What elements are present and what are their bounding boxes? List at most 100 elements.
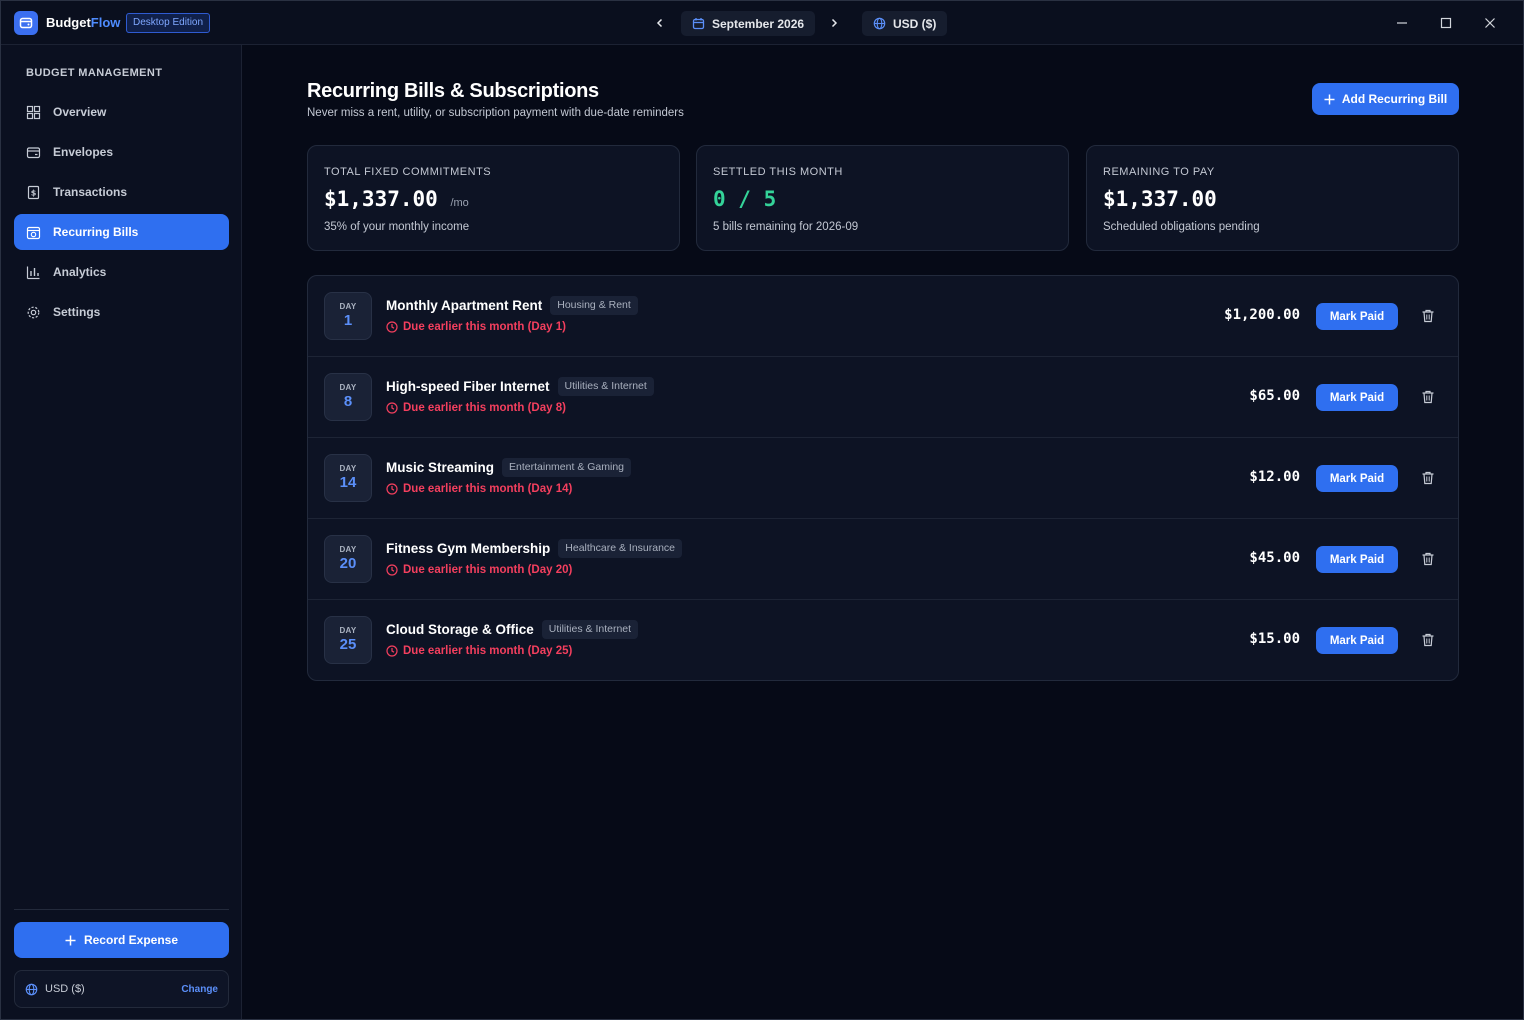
- trash-icon: [1422, 309, 1434, 323]
- stat-value: 0 / 5: [713, 187, 777, 211]
- page-title: Recurring Bills & Subscriptions: [307, 80, 599, 102]
- due-status: Due earlier this month (Day 25): [386, 645, 572, 657]
- sidebar-item-settings[interactable]: Settings: [14, 294, 229, 330]
- stat-value: $1,337.00 /mo: [324, 187, 469, 211]
- gear-icon: [27, 306, 40, 318]
- sidebar-item-transactions[interactable]: $ Transactions: [14, 174, 229, 210]
- bill-name: Cloud Storage & Office: [386, 622, 534, 637]
- clock-icon: [386, 645, 398, 657]
- sidebar-item-overview[interactable]: Overview: [14, 94, 229, 130]
- globe-icon: [25, 983, 38, 995]
- mark-paid-button[interactable]: Mark Paid: [1316, 384, 1398, 411]
- month-selector[interactable]: September 2026: [681, 11, 816, 36]
- minimize-icon: [1397, 22, 1407, 24]
- stat-value: $1,337.00: [1103, 187, 1217, 211]
- sidebar-item-analytics[interactable]: Analytics: [14, 254, 229, 290]
- sidebar-item-envelopes[interactable]: Envelopes: [14, 134, 229, 170]
- bill-row: DAY 1 Monthly Apartment Rent Housing & Ren…: [308, 276, 1458, 357]
- stat-note: Scheduled obligations pending: [1103, 221, 1260, 233]
- add-recurring-bill-label: Add Recurring Bill: [1341, 92, 1448, 106]
- receipt-icon: $: [27, 185, 40, 199]
- mark-paid-button[interactable]: Mark Paid: [1316, 303, 1398, 330]
- day-badge: DAY 20: [324, 535, 372, 583]
- mark-paid-button[interactable]: Mark Paid: [1316, 627, 1398, 654]
- due-status: Due earlier this month (Day 14): [386, 483, 572, 495]
- globe-icon: [873, 17, 886, 30]
- page-subtitle: Never miss a rent, utility, or subscript…: [307, 107, 684, 119]
- app-name: BudgetFlow: [46, 15, 121, 30]
- calendar-repeat-icon: [26, 226, 41, 239]
- svg-text:$: $: [31, 188, 37, 197]
- minimize-button[interactable]: [1392, 13, 1412, 33]
- bill-amount: $1,200.00: [1224, 307, 1300, 323]
- bill-name: Fitness Gym Membership: [386, 541, 551, 556]
- trash-icon: [1422, 552, 1434, 566]
- clock-icon: [386, 402, 398, 414]
- bill-row: DAY 8 High-speed Fiber Internet Utilities …: [308, 357, 1458, 438]
- bar-chart-icon: [26, 266, 40, 279]
- sidebar-item-label: Analytics: [53, 265, 107, 279]
- bill-row: DAY 25 Cloud Storage & Office Utilities & …: [308, 600, 1458, 680]
- chevron-left-icon: [656, 18, 663, 28]
- category-badge: Entertainment & Gaming: [502, 458, 632, 477]
- edition-badge: Desktop Edition: [126, 13, 211, 33]
- bills-list: DAY 1 Monthly Apartment Rent Housing & Ren…: [307, 275, 1459, 681]
- trash-icon: [1422, 390, 1434, 404]
- close-button[interactable]: [1480, 13, 1500, 33]
- mark-paid-button[interactable]: Mark Paid: [1316, 465, 1398, 492]
- plus-icon: [1324, 94, 1335, 104]
- bill-row: DAY 20 Fitness Gym Membership Healthcare &…: [308, 519, 1458, 600]
- sidebar: BUDGET MANAGEMENT Overview Envelopes $ T…: [1, 45, 242, 1019]
- calendar-icon: [692, 18, 705, 30]
- bill-name: Music Streaming: [386, 460, 495, 475]
- delete-bill-button[interactable]: [1419, 550, 1437, 568]
- prev-month-button[interactable]: [650, 13, 670, 33]
- mark-paid-button[interactable]: Mark Paid: [1316, 546, 1398, 573]
- day-badge: DAY 14: [324, 454, 372, 502]
- app-logo-icon: [14, 11, 38, 35]
- day-badge: DAY 1: [324, 292, 372, 340]
- sidebar-item-recurring-bills[interactable]: Recurring Bills: [14, 214, 229, 250]
- month-label: September 2026: [712, 16, 805, 31]
- delete-bill-button[interactable]: [1419, 388, 1437, 406]
- delete-bill-button[interactable]: [1419, 631, 1437, 649]
- clock-icon: [386, 321, 398, 333]
- bill-name: Monthly Apartment Rent: [386, 298, 543, 313]
- day-badge: DAY 8: [324, 373, 372, 421]
- sidebar-item-label: Overview: [53, 105, 107, 119]
- title-bar: BudgetFlow Desktop Edition September 202…: [1, 1, 1523, 45]
- record-expense-button[interactable]: Record Expense: [14, 922, 229, 958]
- trash-icon: [1422, 471, 1434, 485]
- delete-bill-button[interactable]: [1419, 469, 1437, 487]
- sidebar-item-label: Envelopes: [53, 145, 114, 159]
- bill-amount: $45.00: [1249, 550, 1300, 566]
- stat-label: REMAINING TO PAY: [1103, 166, 1215, 178]
- sidebar-item-label: Recurring Bills: [53, 225, 139, 239]
- next-month-button[interactable]: [824, 13, 844, 33]
- category-badge: Utilities & Internet: [541, 620, 639, 639]
- delete-bill-button[interactable]: [1419, 307, 1437, 325]
- change-currency-link[interactable]: Change: [181, 984, 218, 995]
- stat-card-settled: SETTLED THIS MONTH 0 / 5 5 bills remaini…: [696, 145, 1069, 251]
- currency-selector[interactable]: USD ($): [862, 11, 948, 36]
- app-window: BudgetFlow Desktop Edition September 202…: [0, 0, 1524, 1020]
- category-badge: Utilities & Internet: [557, 377, 654, 396]
- sidebar-heading: BUDGET MANAGEMENT: [26, 67, 163, 79]
- currency-panel: USD ($) Change: [14, 970, 229, 1008]
- add-recurring-bill-button[interactable]: Add Recurring Bill: [1312, 83, 1459, 115]
- clock-icon: [386, 483, 398, 495]
- due-status: Due earlier this month (Day 20): [386, 564, 572, 576]
- record-expense-label: Record Expense: [83, 933, 179, 947]
- bill-amount: $12.00: [1249, 469, 1300, 485]
- stat-label: TOTAL FIXED COMMITMENTS: [324, 166, 492, 178]
- day-badge: DAY 25: [324, 616, 372, 664]
- maximize-button[interactable]: [1436, 13, 1456, 33]
- due-status: Due earlier this month (Day 8): [386, 402, 566, 414]
- chevron-right-icon: [831, 18, 838, 28]
- category-badge: Housing & Rent: [550, 296, 638, 315]
- envelope-icon: [26, 146, 41, 158]
- stat-note: 5 bills remaining for 2026-09: [713, 221, 859, 233]
- stat-note: 35% of your monthly income: [324, 221, 470, 233]
- currency-value: USD ($): [45, 983, 85, 995]
- maximize-icon: [1440, 17, 1452, 29]
